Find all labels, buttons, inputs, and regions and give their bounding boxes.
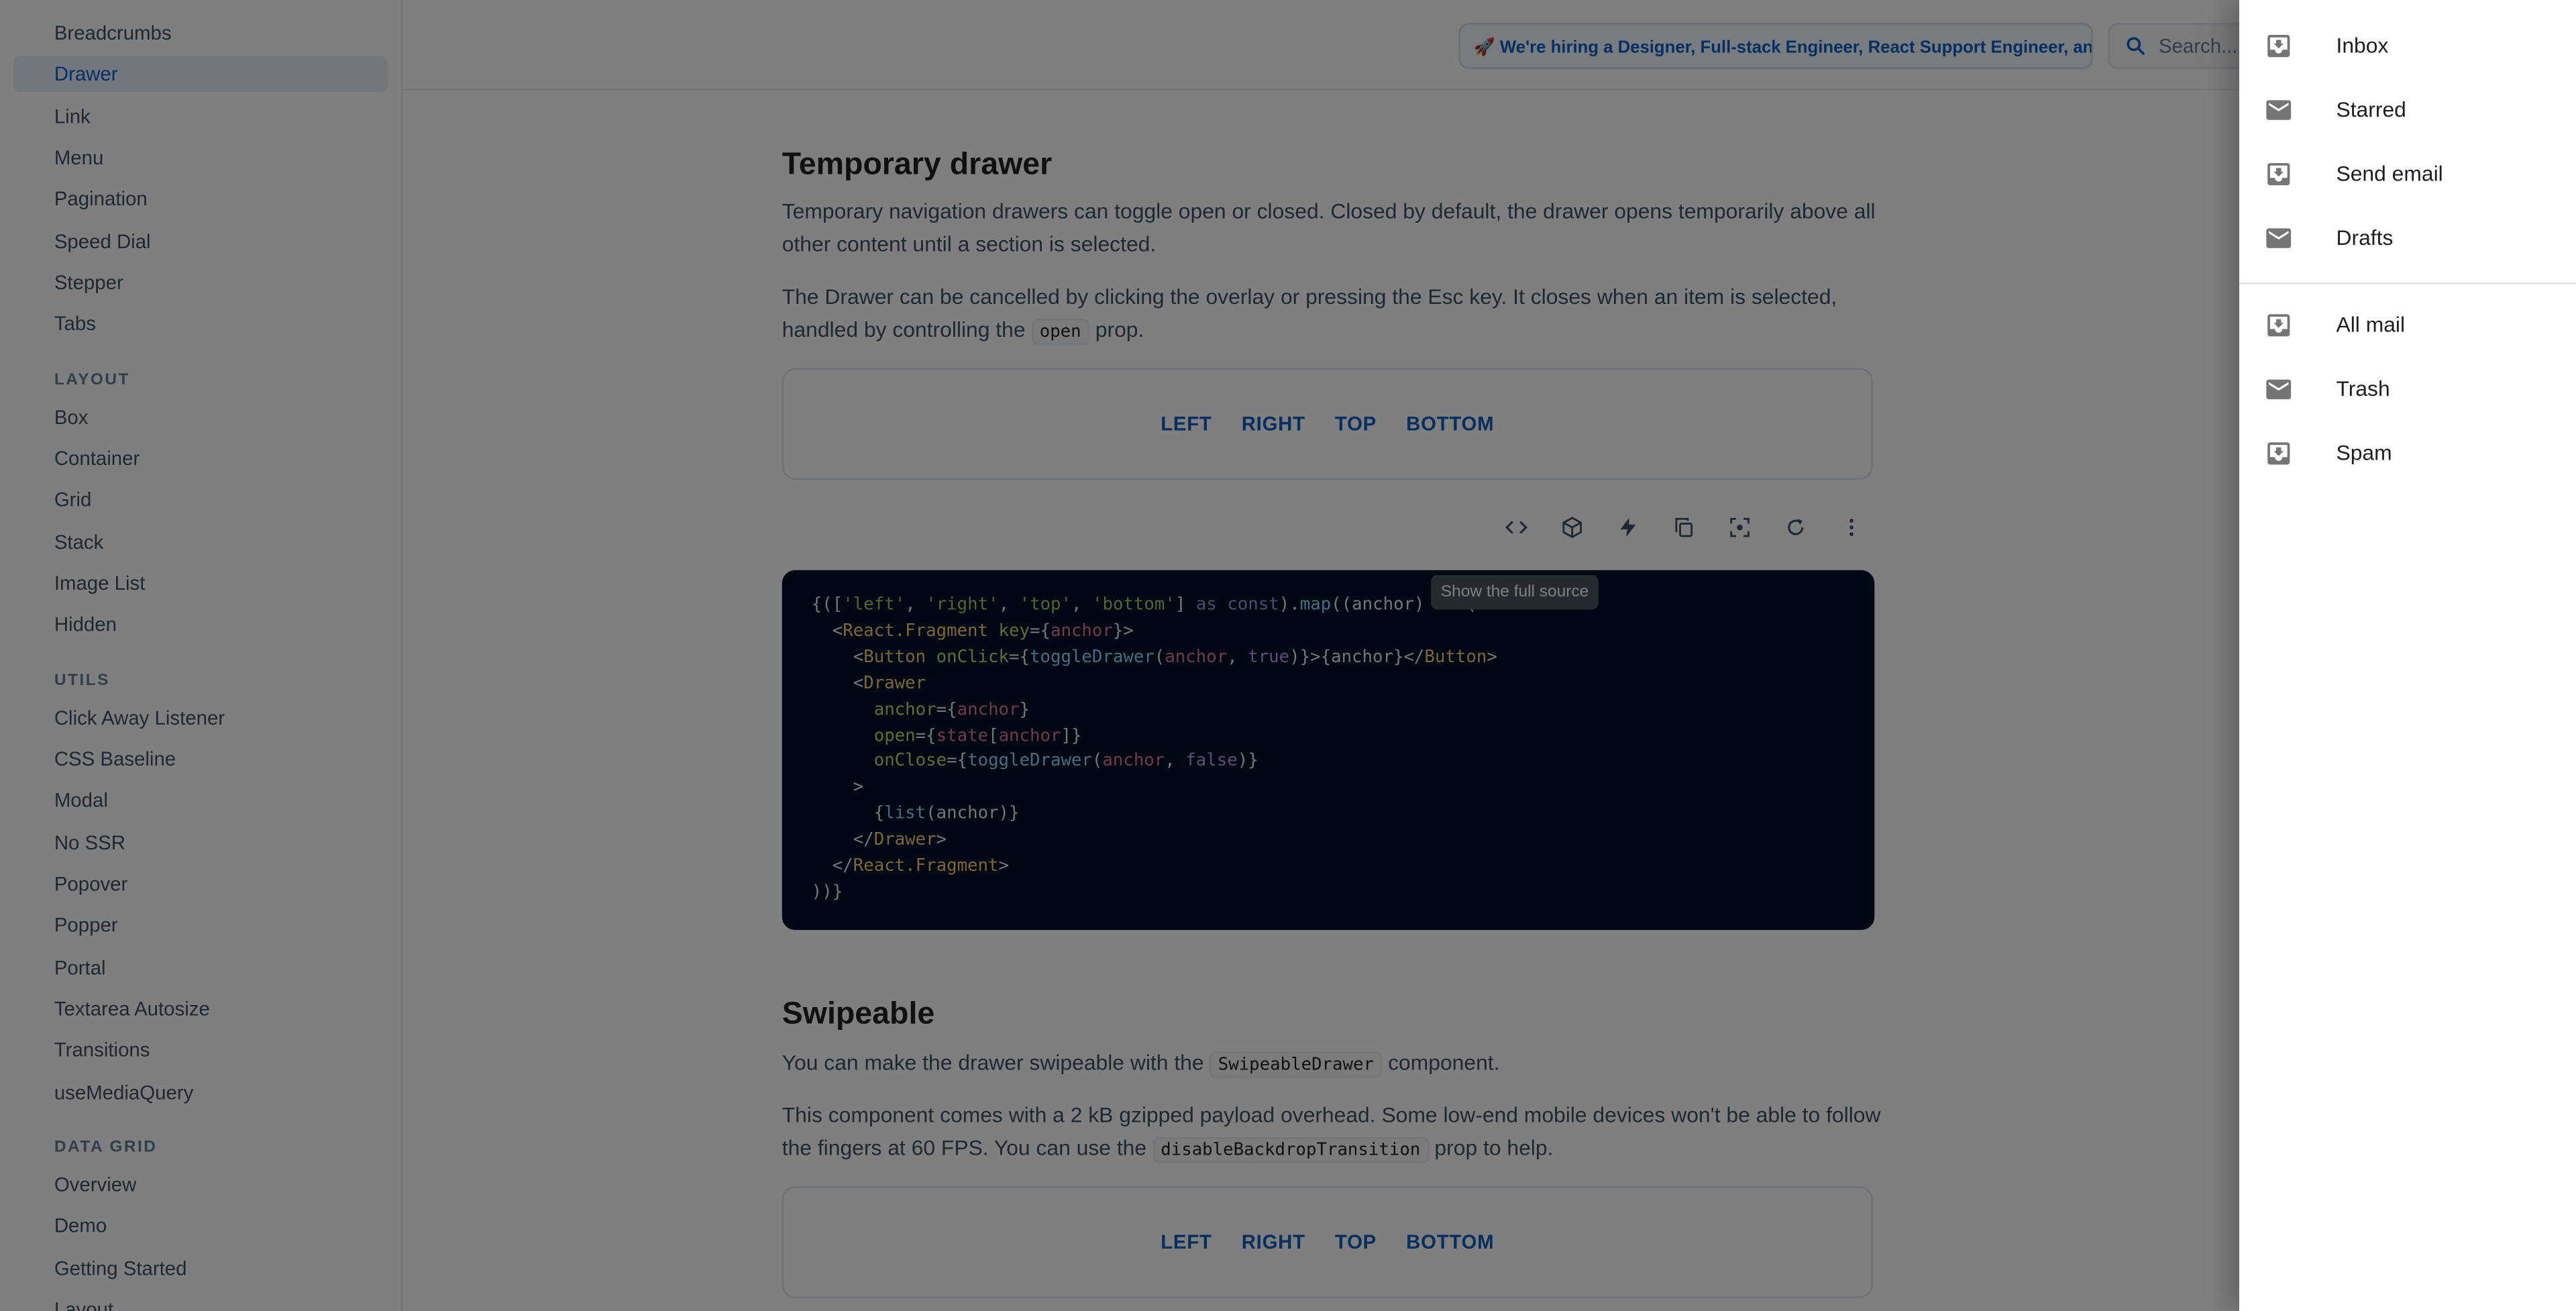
- drawer-item-label: Spam: [2336, 440, 2392, 466]
- inbox-icon: [2267, 35, 2290, 58]
- drawer-item-spam[interactable]: Spam: [2239, 421, 2576, 485]
- drawer-item-all-mail[interactable]: All mail: [2239, 293, 2576, 357]
- drawer-item-label: Send email: [2336, 161, 2443, 186]
- mail-icon: [2266, 379, 2292, 400]
- drawer-item-starred[interactable]: Starred: [2239, 77, 2576, 142]
- drawer-item-send-email[interactable]: Send email: [2239, 142, 2576, 206]
- drawer-item-label: Inbox: [2336, 32, 2389, 58]
- drawer-backdrop[interactable]: [0, 0, 2239, 1311]
- mail-icon: [2266, 228, 2292, 248]
- inbox-icon: [2267, 442, 2290, 465]
- right-drawer: Inbox Starred Send email Drafts All mail…: [2239, 0, 2576, 1311]
- drawer-item-inbox[interactable]: Inbox: [2239, 13, 2576, 78]
- drawer-divider: [2239, 282, 2576, 284]
- drawer-item-label: Trash: [2336, 376, 2390, 401]
- inbox-icon: [2267, 314, 2290, 337]
- drawer-item-label: Drafts: [2336, 225, 2394, 250]
- drawer-item-trash[interactable]: Trash: [2239, 356, 2576, 421]
- drawer-item-label: All mail: [2336, 312, 2406, 337]
- inbox-icon: [2267, 163, 2290, 186]
- mail-icon: [2266, 100, 2292, 120]
- drawer-item-drafts[interactable]: Drafts: [2239, 205, 2576, 270]
- drawer-item-label: Starred: [2336, 97, 2406, 122]
